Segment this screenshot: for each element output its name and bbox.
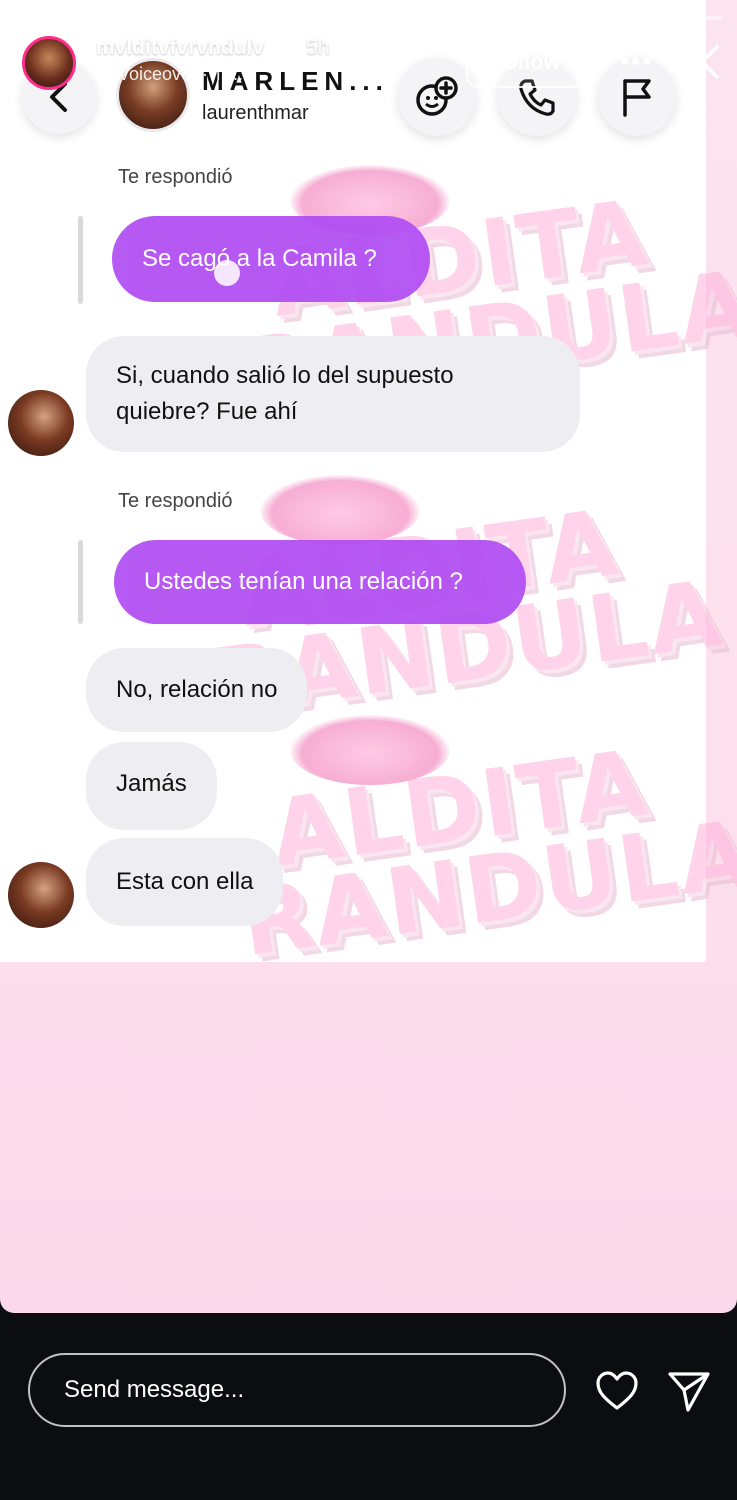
story-audio-label[interactable]: Voiceover · Tr... xyxy=(98,64,243,85)
message-bubble: Esta con ella xyxy=(86,838,284,926)
microphone-icon xyxy=(98,65,110,84)
story-progress-segment xyxy=(402,16,432,20)
message-bubble: Si, cuando salió lo del supuesto quiebre… xyxy=(86,336,580,452)
lips-icon xyxy=(260,475,420,545)
story-progress-segment xyxy=(14,16,43,20)
dm-contact-handle: laurenthmar xyxy=(202,102,309,124)
story-progress-segment xyxy=(467,16,497,20)
watermark-line-2: RANDULA xyxy=(235,799,737,978)
story-author-username[interactable]: mvlditvfvrvndulv xyxy=(96,36,264,60)
story-progress-segment xyxy=(500,16,529,20)
touch-indicator xyxy=(214,260,240,286)
reply-label: Te respondió xyxy=(118,490,233,512)
story-progress-segment xyxy=(111,16,140,20)
flag-icon xyxy=(623,79,651,117)
story-progress-segment xyxy=(435,16,464,20)
story-progress-segment xyxy=(532,16,561,20)
dm-screenshot: ALDITA RANDULA ALDITA RANDULA ALDITA RAN… xyxy=(0,0,737,977)
reply-bar xyxy=(78,540,83,624)
story-audio-text: Voiceover · Tr... xyxy=(118,64,244,84)
story-progress-segment xyxy=(694,16,723,20)
watermark-logo: ALDITA RANDULA xyxy=(230,715,737,977)
story-progress-segment xyxy=(143,16,173,20)
close-icon[interactable] xyxy=(684,44,720,80)
sticker-add-button xyxy=(398,58,476,136)
story-progress-segment xyxy=(564,16,594,20)
heart-icon[interactable] xyxy=(594,1370,640,1412)
more-options-icon[interactable]: ••• xyxy=(620,46,653,77)
reply-label: Te respondió xyxy=(118,166,233,188)
story-progress-segment xyxy=(597,16,626,20)
story-progress-segment xyxy=(46,16,75,20)
sender-avatar xyxy=(8,390,74,456)
story-progress-bar xyxy=(14,16,723,20)
story-progress-segment xyxy=(78,16,108,20)
story-progress-segment xyxy=(176,16,205,20)
story-progress-segment xyxy=(240,16,270,20)
reply-bar xyxy=(78,216,83,304)
story-progress-segment xyxy=(629,16,659,20)
story-progress-segment xyxy=(370,16,399,20)
story-progress-segment xyxy=(662,16,691,20)
lips-icon xyxy=(290,715,450,785)
replied-story-bubble: Ustedes tenían una relación ? xyxy=(114,540,526,624)
send-icon[interactable] xyxy=(666,1368,712,1414)
story-progress-segment xyxy=(208,16,237,20)
sticker-add-icon xyxy=(416,76,458,116)
story-progress-segment xyxy=(273,16,302,20)
follow-button[interactable]: Follow xyxy=(466,36,586,88)
story-canvas[interactable]: ALDITA RANDULA ALDITA RANDULA ALDITA RAN… xyxy=(0,0,737,1313)
story-author-avatar[interactable] xyxy=(22,36,76,90)
message-bubble: No, relación no xyxy=(86,648,308,732)
replied-story-bubble: Se cagó a la Camila ? xyxy=(112,216,430,302)
message-bubble: Jamás xyxy=(86,742,217,830)
story-progress-segment xyxy=(305,16,335,20)
send-message-input[interactable]: Send message... xyxy=(28,1353,566,1427)
story-timestamp: 5h xyxy=(306,36,330,59)
watermark-line-1: ALDITA xyxy=(264,729,655,888)
sender-avatar xyxy=(8,862,74,928)
story-progress-segment xyxy=(338,16,367,20)
